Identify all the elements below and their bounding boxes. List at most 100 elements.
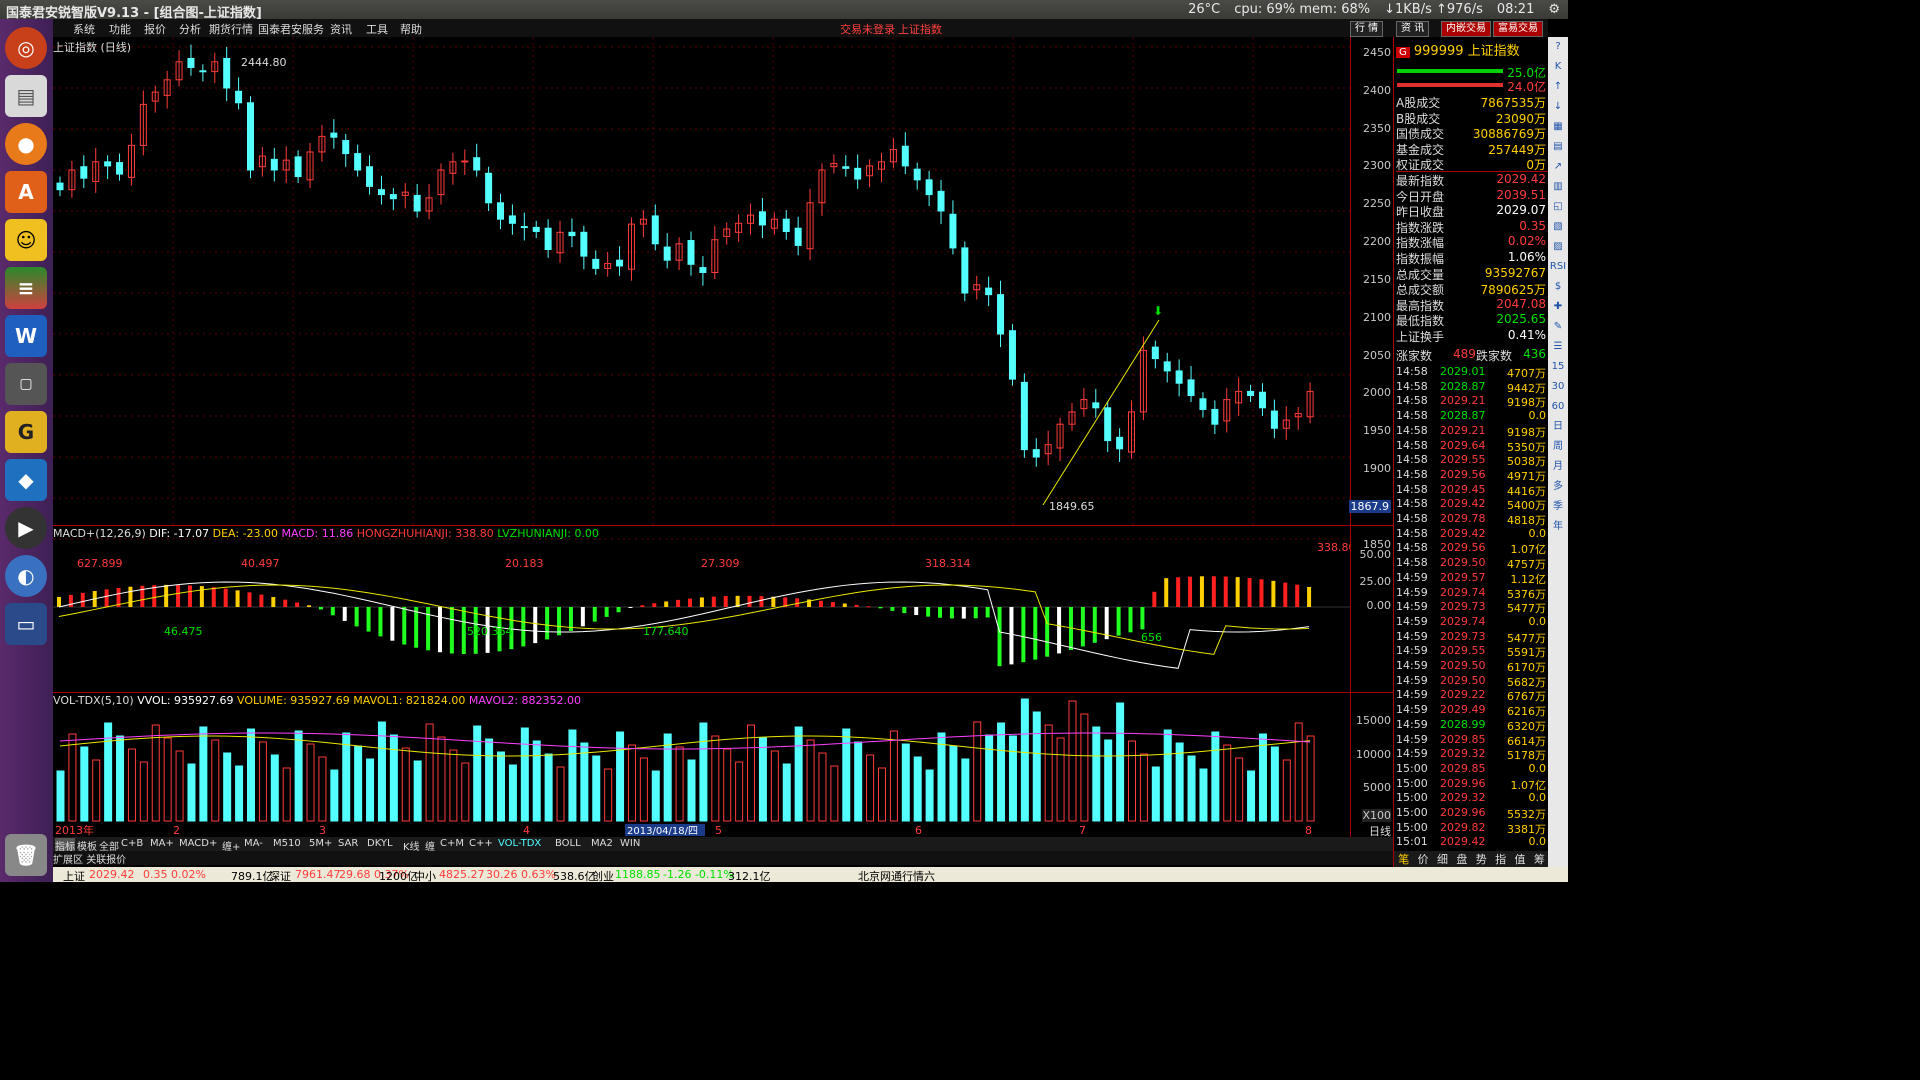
indicator-tab[interactable]: MA+ — [150, 838, 174, 849]
toolbar-tool[interactable]: ▦ — [1548, 117, 1568, 137]
monitor-icon[interactable]: ▭ — [5, 603, 47, 645]
menu-tools[interactable]: 工具 — [366, 21, 388, 37]
panel-tab[interactable]: 指 — [1495, 851, 1506, 867]
browser-icon[interactable]: ◐ — [5, 555, 47, 597]
tab-related-quotes[interactable]: 关联报价 — [86, 855, 126, 866]
menu-quote[interactable]: 报价 — [144, 21, 166, 37]
wps-writer-icon[interactable]: W — [5, 315, 47, 357]
cpu-mem-indicator[interactable]: cpu: 69% mem: 68% — [1234, 2, 1370, 17]
current-index-label: 上证指数 — [898, 23, 942, 36]
toolbar-tool[interactable]: ↑ — [1548, 77, 1568, 97]
workspace-icon[interactable]: ▢ — [5, 363, 47, 405]
indicator-tab[interactable]: MA- — [244, 838, 263, 849]
volume-bar — [1270, 746, 1279, 822]
files-icon[interactable]: ▤ — [5, 75, 47, 117]
indicator-tab[interactable]: MACD+ — [179, 838, 217, 849]
indicator-tab[interactable]: WIN — [620, 838, 640, 849]
gtja-icon[interactable]: G — [5, 411, 47, 453]
right-toolbar: ? K ↑ ↓ ▦ ▤ ↗ ▥ ◱ ▧ ▨ RSI $ ✚ ✎ ☰ 15 30 60 日周月多季年 — [1548, 37, 1568, 867]
panel-tab[interactable]: 值 — [1514, 851, 1525, 867]
toolbar-tool[interactable]: ▥ — [1548, 177, 1568, 197]
panel-tab[interactable]: 笔 — [1398, 851, 1409, 867]
volume-bar — [580, 742, 589, 822]
toolbar-tool[interactable]: ☰ — [1548, 337, 1568, 357]
indicator-tab[interactable]: VOL-TDX — [498, 838, 541, 849]
toolbar-tool[interactable]: ? — [1548, 37, 1568, 57]
candle-body — [116, 162, 124, 175]
toolbar-tool[interactable]: 季 — [1548, 497, 1568, 517]
panel-tab[interactable]: 筹 — [1534, 851, 1545, 867]
network-indicator[interactable]: ↓1KB/s ↑976/s — [1384, 2, 1483, 17]
panel-tab[interactable]: 价 — [1418, 851, 1429, 867]
panel-tab[interactable]: 势 — [1476, 851, 1487, 867]
toolbar-tool[interactable]: RSI — [1548, 257, 1568, 277]
tick-row: 15:00 2029.96 5532万 — [1396, 806, 1548, 821]
tick-volume: 5477万 — [1507, 602, 1546, 616]
chart-app-icon[interactable]: ≡ — [5, 267, 47, 309]
toolbar-tool[interactable]: 30 — [1548, 377, 1568, 397]
kline-chart[interactable]: 2444.80 1849.65 ⬇ 627.899 40.497 20.183 27.309… — [53, 37, 1350, 837]
toolbar-tool[interactable]: 多 — [1548, 477, 1568, 497]
indicator-tab[interactable]: C+M — [440, 838, 464, 849]
toolbar-tool[interactable]: ◱ — [1548, 197, 1568, 217]
volume-bar — [627, 744, 636, 822]
panel-tab[interactable]: 盘 — [1456, 851, 1467, 867]
menu-news[interactable]: 资讯 — [330, 21, 352, 37]
toolbar-tool[interactable]: ✎ — [1548, 317, 1568, 337]
toolbar-tool[interactable]: 月 — [1548, 457, 1568, 477]
tick-row: 14:58 2029.21 9198万 — [1396, 424, 1548, 439]
volume-bar — [604, 768, 613, 822]
toolbar-tool[interactable]: 60 — [1548, 397, 1568, 417]
macd-bar — [271, 597, 276, 607]
toolbar-tool[interactable]: ▤ — [1548, 137, 1568, 157]
macd-bar — [330, 607, 335, 616]
menu-gtja-service[interactable]: 国泰君安服务 — [258, 21, 324, 37]
tab-extension[interactable]: 扩展区 — [53, 855, 83, 866]
media-player-icon[interactable]: ▶ — [5, 507, 47, 549]
toolbar-tool[interactable]: ✚ — [1548, 297, 1568, 317]
macd-bar — [318, 607, 323, 610]
indicator-tab[interactable]: MA2 — [591, 838, 613, 849]
news-button[interactable]: 资 讯 — [1396, 21, 1430, 37]
toolbar-tool[interactable]: ↗ — [1548, 157, 1568, 177]
indicator-tab[interactable]: 5M+ — [309, 838, 332, 849]
toolbar-tool[interactable]: 周 — [1548, 437, 1568, 457]
weather-indicator[interactable]: 26°C — [1188, 2, 1220, 17]
indicator-tab[interactable]: DKYL — [367, 838, 393, 849]
embedded-trade-button[interactable]: 内嵌交易 — [1441, 21, 1491, 37]
macd-bar — [211, 587, 216, 607]
macd-bar — [57, 597, 61, 607]
toolbar-tool[interactable]: 日 — [1548, 417, 1568, 437]
toolbar-tool[interactable]: $ — [1548, 277, 1568, 297]
menu-futures[interactable]: 期货行情 — [209, 21, 253, 37]
toolbar-tool[interactable]: 15 — [1548, 357, 1568, 377]
indicator-tab[interactable]: C+B — [121, 838, 143, 849]
toolbar-tool[interactable]: ▨ — [1548, 237, 1568, 257]
trash-icon[interactable]: 🗑 — [5, 834, 47, 876]
toolbar-tool[interactable]: ▧ — [1548, 217, 1568, 237]
qq-icon[interactable]: ☺ — [5, 219, 47, 261]
gear-icon[interactable]: ⚙ — [1548, 2, 1560, 17]
indicator-tab[interactable]: M510 — [273, 838, 301, 849]
candle-body — [985, 287, 993, 296]
toolbar-tool[interactable]: ↓ — [1548, 97, 1568, 117]
menu-help[interactable]: 帮助 — [400, 21, 422, 37]
stat-row: 国债成交 30886769万 — [1396, 125, 1548, 141]
software-center-icon[interactable]: A — [5, 171, 47, 213]
ubuntu-icon[interactable]: ◎ — [5, 27, 47, 69]
panel-tab[interactable]: 细 — [1437, 851, 1448, 867]
menu-function[interactable]: 功能 — [109, 21, 131, 37]
indicator-tab[interactable]: SAR — [338, 838, 358, 849]
toolbar-tool[interactable]: 年 — [1548, 517, 1568, 537]
firefox-icon[interactable]: ● — [5, 123, 47, 165]
toolbar-tool[interactable]: K — [1548, 57, 1568, 77]
menu-system[interactable]: 系统 — [73, 21, 95, 37]
indicator-tab[interactable]: C++ — [469, 838, 493, 849]
quote-button[interactable]: 行 情 — [1350, 21, 1384, 37]
menu-analysis[interactable]: 分析 — [179, 21, 201, 37]
clock[interactable]: 08:21 — [1497, 2, 1534, 17]
indicator-tab[interactable]: BOLL — [555, 838, 581, 849]
app-blue-icon[interactable]: ◆ — [5, 459, 47, 501]
fuyi-trade-button[interactable]: 富易交易 — [1493, 21, 1543, 37]
tick-price: 2029.78 — [1440, 512, 1486, 525]
